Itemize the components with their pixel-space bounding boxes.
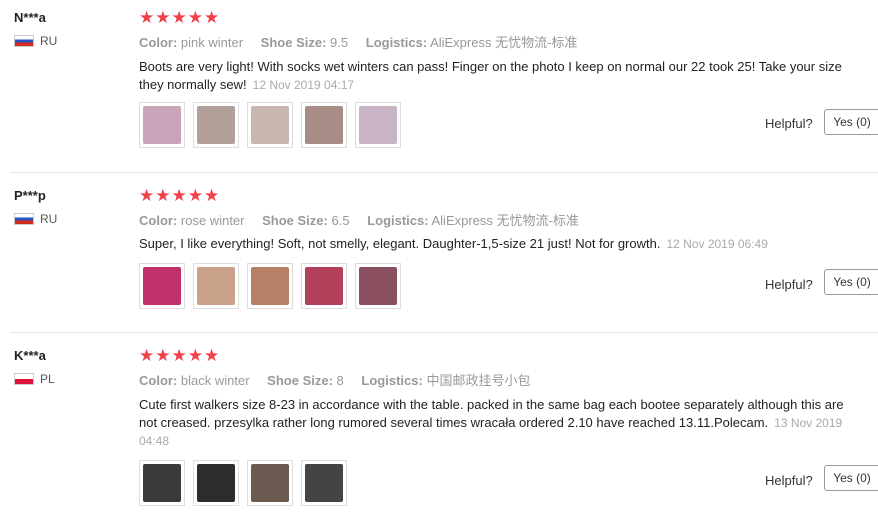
review-photo[interactable]	[301, 460, 347, 506]
helpful-yes-button[interactable]: Yes (0)	[824, 109, 878, 135]
review-attributes: Color: pink winter Shoe Size: 9.5 Logist…	[139, 35, 578, 50]
review-text: Super, I like everything! Soft, not smel…	[139, 236, 768, 251]
russia-flag-icon	[14, 35, 34, 47]
reviewer-name: P***p	[14, 188, 46, 203]
country-code: RU	[40, 34, 58, 48]
review-photos	[139, 263, 409, 309]
helpful-label: Helpful?	[765, 277, 813, 292]
russia-flag-icon	[14, 213, 34, 225]
review-attributes: Color: black winter Shoe Size: 8 Logisti…	[139, 373, 531, 388]
review-photo[interactable]	[355, 263, 401, 309]
star-rating: ★★★★★	[139, 186, 221, 205]
reviewer-country: PL	[14, 372, 55, 386]
review-photos	[139, 460, 355, 506]
review-text: Cute first walkers size 8-23 in accordan…	[139, 397, 844, 448]
review-photo[interactable]	[301, 263, 347, 309]
reviewer-country: RU	[14, 34, 57, 48]
helpful-yes-button[interactable]: Yes (0)	[824, 269, 878, 295]
review-attributes: Color: rose winter Shoe Size: 6.5 Logist…	[139, 213, 579, 228]
review-photo[interactable]	[355, 102, 401, 148]
reviewer-country: RU	[14, 212, 57, 226]
helpful-label: Helpful?	[765, 473, 813, 488]
review-photo[interactable]	[247, 102, 293, 148]
review-photo[interactable]	[139, 460, 185, 506]
reviewer-name: K***a	[14, 348, 46, 363]
review-photo[interactable]	[193, 263, 239, 309]
poland-flag-icon	[14, 373, 34, 385]
helpful-yes-button[interactable]: Yes (0)	[824, 465, 878, 491]
divider	[10, 332, 878, 333]
review-photo[interactable]	[193, 102, 239, 148]
star-rating: ★★★★★	[139, 346, 221, 365]
reviewer-name: N***a	[14, 10, 46, 25]
country-code: PL	[40, 372, 55, 386]
review-text: Boots are very light! With socks wet win…	[139, 59, 842, 92]
review-photo[interactable]	[139, 263, 185, 309]
review-photo[interactable]	[301, 102, 347, 148]
review-date: 12 Nov 2019 04:17	[252, 78, 355, 92]
star-rating: ★★★★★	[139, 8, 221, 27]
review-date: 12 Nov 2019 06:49	[666, 237, 768, 251]
review-photo[interactable]	[247, 263, 293, 309]
review-photo[interactable]	[193, 460, 239, 506]
review-photo[interactable]	[247, 460, 293, 506]
divider	[10, 172, 878, 173]
review-photos	[139, 102, 409, 148]
review-photo[interactable]	[139, 102, 185, 148]
helpful-label: Helpful?	[765, 116, 813, 131]
country-code: RU	[40, 212, 58, 226]
